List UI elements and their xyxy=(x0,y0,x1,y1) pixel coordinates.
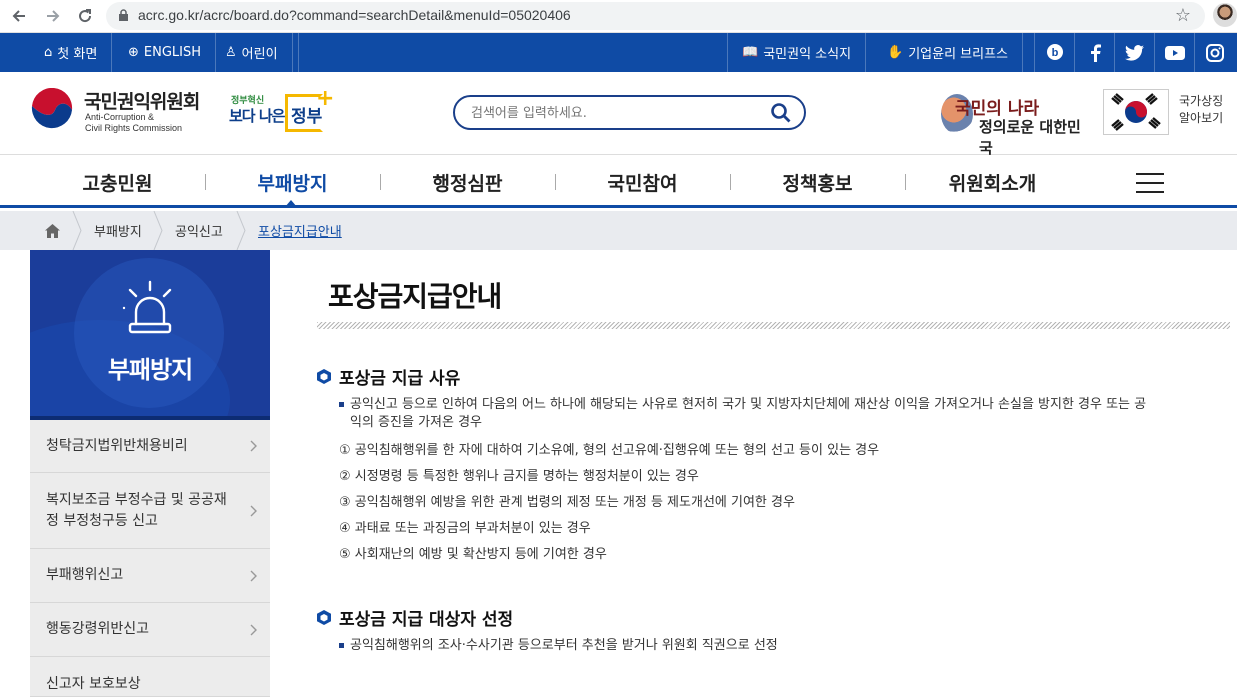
util-kids-link[interactable]: ♙ 어린이 xyxy=(211,33,293,72)
sidebar-item-label: 부패행위신고 xyxy=(46,567,124,583)
active-caret xyxy=(285,200,297,207)
hamburger-menu-icon[interactable] xyxy=(1136,173,1164,193)
util-english-label: ENGLISH xyxy=(143,45,202,60)
gnb-item-policy-pr[interactable]: 정책홍보 xyxy=(730,156,905,208)
flag-text-line-1: 국가상징 xyxy=(1179,94,1224,108)
reason-description: 공익신고 등으로 인하여 다음의 어느 하나에 해당되는 사유로 현저히 국가 … xyxy=(338,396,1223,432)
hexagon-bullet-icon xyxy=(317,369,331,384)
breadcrumb-item-current[interactable]: 포상금지급안내 xyxy=(258,211,342,250)
home-icon[interactable] xyxy=(30,211,74,250)
browser-toolbar: acrc.go.kr/acrc/board.do?command=searchD… xyxy=(0,0,1237,33)
reason-item-4: ④ 과태료 또는 과징금의 부과처분이 있는 경우 xyxy=(339,521,591,536)
gnb-item-complaint[interactable]: 고충민원 xyxy=(30,156,205,208)
main-navigation: 고충민원 부패방지 행정심판 국민참여 정책홍보 위원회소개 xyxy=(0,156,1237,208)
national-symbol-link[interactable]: 국가상징 알아보기 xyxy=(1179,93,1223,127)
hexagon-bullet-icon xyxy=(317,610,331,625)
lock-icon xyxy=(119,9,128,21)
korean-flag-icon[interactable] xyxy=(1103,89,1169,135)
back-arrow-icon[interactable] xyxy=(8,5,30,27)
book-icon: 📖 xyxy=(742,45,759,60)
sidebar-menu: 청탁금지법위반채용비리 복지보조금 부정수급 및 공공재정 부정청구등 신고 부… xyxy=(30,420,270,697)
home-icon: ⌂ xyxy=(44,45,53,60)
logo-title[interactable]: 국민권익위원회 xyxy=(84,87,200,114)
reason-item-3: ③ 공익침해행위 예방을 위한 관계 법령의 제정 또는 개정 등 제도개선에 … xyxy=(339,495,795,510)
selection-description-text: 공익침해행위의 조사·수사기관 등으로부터 추천을 받거나 위원회 직권으로 선… xyxy=(350,638,778,653)
siren-icon xyxy=(122,280,172,334)
section-heading-text: 포상금 지급 대상자 선정 xyxy=(339,610,514,630)
star-icon[interactable]: ☆ xyxy=(1175,5,1191,26)
reason-item-1: ① 공익침해행위를 한 자에 대하여 기소유예, 형의 선고유예·집행유예 또는… xyxy=(339,443,880,458)
sidebar-item-corruption-report[interactable]: 부패행위신고 xyxy=(30,549,270,603)
blog-icon[interactable]: b xyxy=(1034,33,1074,72)
util-ethics-label: 기업윤리 브리프스 xyxy=(908,47,1008,62)
gnb-item-participation[interactable]: 국민참여 xyxy=(555,156,730,208)
breadcrumb: 부패방지 공익신고 포상금지급안내 xyxy=(0,211,1237,250)
section-heading-reason: 포상금 지급 사유 xyxy=(317,364,460,389)
util-english-link[interactable]: ⊕ ENGLISH xyxy=(114,33,217,72)
globe-icon: ⊕ xyxy=(128,45,139,60)
breadcrumb-item-level2[interactable]: 공익신고 xyxy=(175,211,223,250)
sidebar-item-welfare-subsidy[interactable]: 복지보조금 부정수급 및 공공재정 부정청구등 신고 xyxy=(30,473,270,549)
sidebar-item-label: 신고자 보호보상 xyxy=(46,676,141,692)
reason-item-2: ② 시정명령 등 특정한 행위나 금지를 명하는 행정처분이 있는 경우 xyxy=(339,469,699,484)
slogan-banner[interactable]: 국민의 나라 정의로운 대한민국 xyxy=(941,90,1093,157)
sidebar-item-label: 행동강령위반신고 xyxy=(46,621,150,637)
sidebar-title: 부패방지 xyxy=(107,356,193,384)
sidebar-item-code-of-conduct[interactable]: 행동강령위반신고 xyxy=(30,603,270,657)
sidebar-item-recruitment[interactable]: 청탁금지법위반채용비리 xyxy=(30,420,270,473)
url-text: acrc.go.kr/acrc/board.do?command=searchD… xyxy=(138,7,571,23)
search-input[interactable] xyxy=(471,103,761,123)
chevron-right-icon xyxy=(250,570,257,581)
site-header: 국민권익위원회 Anti-Corruption & Civil Rights C… xyxy=(0,72,1237,157)
page-title: 포상금지급안내 xyxy=(328,280,502,313)
util-home-link[interactable]: ⌂ 첫 화면 xyxy=(30,33,113,72)
logo-en-line-2: Civil Rights Commission xyxy=(85,123,183,133)
profile-avatar[interactable] xyxy=(1213,3,1237,27)
chevron-right-icon xyxy=(250,440,257,452)
instagram-icon[interactable] xyxy=(1194,33,1234,72)
chevron-right-icon xyxy=(250,624,257,635)
util-home-label: 첫 화면 xyxy=(57,47,98,62)
svg-text:b: b xyxy=(1051,47,1058,59)
chevron-right-icon xyxy=(250,505,257,516)
plus-icon: + xyxy=(316,86,335,111)
title-divider xyxy=(317,322,1230,329)
youtube-icon[interactable] xyxy=(1154,33,1194,72)
sidebar-hero: 부패방지 xyxy=(30,250,270,418)
logo-subtitle: Anti-Corruption & Civil Rights Commissio… xyxy=(85,112,182,134)
section-heading-text: 포상금 지급 사유 xyxy=(339,369,461,389)
sidebar-item-whistleblower-reward[interactable]: 신고자 보호보상 xyxy=(30,657,270,697)
selection-description: 공익침해행위의 조사·수사기관 등으로부터 추천을 받거나 위원회 직권으로 선… xyxy=(338,637,1223,655)
breadcrumb-item-level1[interactable]: 부패방지 xyxy=(94,211,142,250)
reload-icon[interactable] xyxy=(74,5,96,27)
person-icon: ♙ xyxy=(225,45,237,60)
section-heading-selection: 포상금 지급 대상자 선정 xyxy=(317,605,513,630)
handshake-icon: ✋ xyxy=(887,45,904,60)
reason-item-5: ⑤ 사회재난의 예방 및 확산방지 등에 기여한 경우 xyxy=(339,547,607,562)
sidebar-item-label: 복지보조금 부정수급 및 공공재정 부정청구등 신고 xyxy=(46,491,227,529)
taegeuk-emblem-icon[interactable] xyxy=(28,88,76,136)
gov-better-label: 보다 나은 xyxy=(229,107,285,125)
logo-en-line-1: Anti-Corruption & xyxy=(85,112,155,122)
search-box xyxy=(453,95,806,130)
facebook-icon[interactable] xyxy=(1074,33,1114,72)
utility-bar: ⌂ 첫 화면 ⊕ ENGLISH ♙ 어린이 📖 국민권익 소식지 ✋ 기업윤리 브리프스… xyxy=(0,33,1237,72)
util-kids-label: 어린이 xyxy=(241,47,278,62)
flag-text-line-2: 알아보기 xyxy=(1179,111,1224,125)
search-icon[interactable] xyxy=(770,102,792,124)
forward-arrow-icon[interactable] xyxy=(42,5,64,27)
gnb-item-admin-appeal[interactable]: 행정심판 xyxy=(380,156,555,208)
reason-description-line-1: 공익신고 등으로 인하여 다음의 어느 하나에 해당되는 사유로 현저히 국가 … xyxy=(350,397,1147,412)
util-ethics-link[interactable]: ✋ 기업윤리 브리프스 xyxy=(873,33,1023,72)
reason-description-line-2: 익의 증진을 가져온 경우 xyxy=(350,415,482,430)
util-newsletter-label: 국민권익 소식지 xyxy=(763,47,852,62)
twitter-icon[interactable] xyxy=(1114,33,1154,72)
gnb-item-about[interactable]: 위원회소개 xyxy=(905,156,1080,208)
util-newsletter-link[interactable]: 📖 국민권익 소식지 xyxy=(727,33,867,72)
address-bar[interactable]: acrc.go.kr/acrc/board.do?command=searchD… xyxy=(106,2,1205,30)
sidebar-item-label: 청탁금지법위반채용비리 xyxy=(46,437,188,454)
slogan-line-2: 정의로운 대한민국 xyxy=(979,118,1081,157)
